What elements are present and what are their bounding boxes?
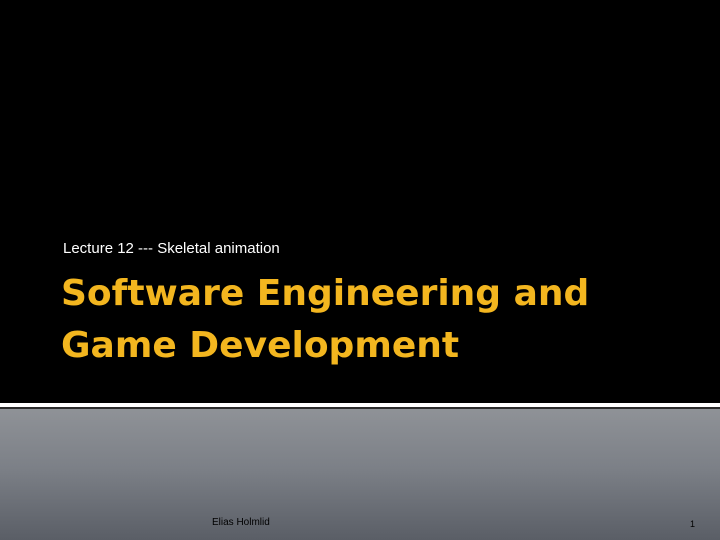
presentation-slide: Lecture 12 --- Skeletal animation Softwa… xyxy=(0,0,720,540)
slide-title: Software Engineering and Game Developmen… xyxy=(61,268,681,372)
slide-subtitle: Lecture 12 --- Skeletal animation xyxy=(63,240,280,257)
slide-title-line-2: Game Development xyxy=(61,325,460,366)
slide-number: 1 xyxy=(690,519,696,529)
slide-title-line-1: Software Engineering and xyxy=(61,273,590,314)
title-band: Lecture 12 --- Skeletal animation Softwa… xyxy=(0,0,720,403)
footer-author: Elias Holmlid xyxy=(212,517,270,528)
footer-band xyxy=(0,409,720,540)
